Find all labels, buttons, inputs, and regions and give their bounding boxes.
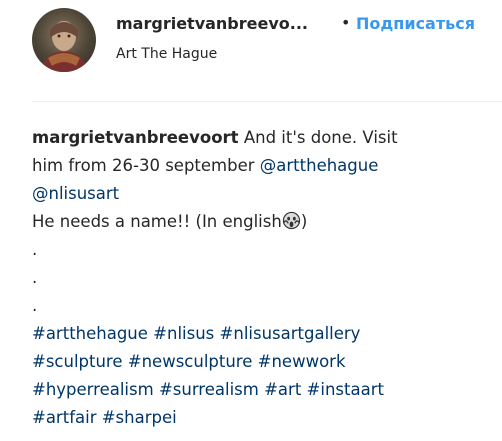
caption-text: )	[300, 212, 308, 231]
location-link[interactable]: Art The Hague	[116, 46, 217, 62]
caption-author[interactable]: margrietvanbreevoort	[32, 128, 239, 147]
hashtag-link[interactable]: #sculpture	[32, 352, 123, 371]
hashtag-link[interactable]: #sharpei	[102, 408, 177, 427]
post-caption: margrietvanbreevoort And it's done. Visi…	[32, 124, 497, 432]
caption-line: him from 26-30 september @artthehague	[32, 152, 497, 180]
hashtag-line: #sculpture #newsculpture #newwork	[32, 348, 497, 376]
follow-button[interactable]: Подписаться	[356, 14, 475, 33]
caption-dot-line: .	[32, 296, 38, 315]
caption-dot-line: .	[32, 268, 38, 287]
header-username[interactable]: margrietvanbreevo...	[116, 14, 308, 33]
hashtag-line: #artfair #sharpei	[32, 404, 497, 432]
caption-line: margrietvanbreevoort And it's done. Visi…	[32, 124, 497, 152]
caption-text: He needs a name!! (In english	[32, 212, 282, 231]
caption-line: He needs a name!! (In english )	[32, 208, 497, 236]
mention-link[interactable]: @artthehague	[260, 156, 379, 175]
mention-link[interactable]: @nlisusart	[32, 184, 119, 203]
caption-line: @nlisusart	[32, 180, 497, 208]
hashtag-link[interactable]: #artthehague	[32, 324, 148, 343]
hashtag-line: #hyperrealism #surrealism #art #instaart	[32, 376, 497, 404]
avatar-image	[40, 21, 88, 72]
hashtag-link[interactable]: #nlisus	[153, 324, 214, 343]
hashtag-line: #artthehague #nlisus #nlisusartgallery	[32, 320, 497, 348]
hashtag-link[interactable]: #instaart	[307, 380, 384, 399]
hashtag-link[interactable]: #nlisusartgallery	[220, 324, 361, 343]
divider	[32, 101, 502, 102]
hashtag-link[interactable]: #art	[264, 380, 301, 399]
caption-text: him from 26-30 september	[32, 156, 255, 175]
caption-text: And it's done. Visit	[243, 128, 398, 147]
hashtag-link[interactable]: #hyperrealism	[32, 380, 154, 399]
hashtag-link[interactable]: #newsculpture	[128, 352, 253, 371]
post-header: margrietvanbreevo... • Подписаться Art T…	[0, 0, 502, 100]
separator-dot: •	[341, 13, 351, 32]
hashtag-link[interactable]: #surrealism	[159, 380, 259, 399]
hashtag-link[interactable]: #newwork	[258, 352, 346, 371]
hashtag-link[interactable]: #artfair	[32, 408, 96, 427]
scream-emoji-icon	[282, 211, 301, 230]
avatar[interactable]	[32, 8, 96, 72]
caption-dot-line: .	[32, 240, 38, 259]
